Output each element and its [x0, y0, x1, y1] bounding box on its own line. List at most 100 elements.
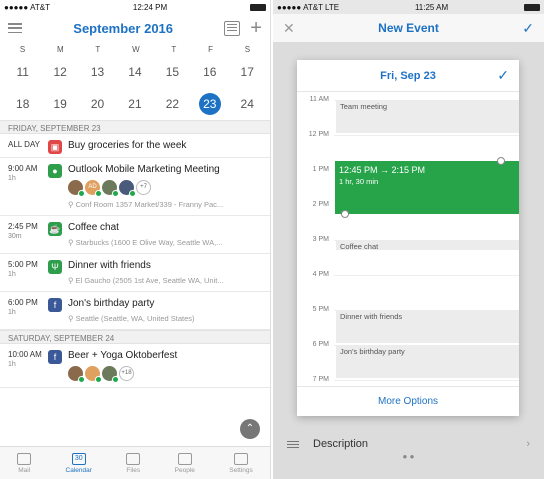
event-location: ⚲ Seattle (Seattle, WA, United States): [68, 314, 262, 323]
tab-people[interactable]: People: [174, 452, 195, 474]
agenda-event[interactable]: 2:45 PM 30m ☕ Coffee chat ⚲ Starbucks (1600 …: [0, 216, 270, 254]
tab-label: Calendar: [65, 466, 92, 474]
calendar-date[interactable]: 12: [49, 65, 71, 79]
status-time: 12:24 PM: [132, 2, 168, 12]
selection-duration: 1 hr, 30 min: [339, 177, 379, 187]
time-picker-modal: Fri, Sep 23 ✓ 11 AM 12 PM 1 PM 2 PM 3 PM 4 PM…: [297, 60, 519, 416]
calendar-date[interactable]: 15: [161, 65, 183, 79]
attendee-avatars: +18: [68, 366, 262, 383]
tab-settings[interactable]: Settings: [229, 452, 253, 474]
status-time: 11:25 AM: [414, 2, 449, 12]
chat-icon: ●: [48, 164, 62, 178]
today-date[interactable]: 23: [198, 93, 221, 115]
tab-calendar[interactable]: 30 Calendar: [65, 452, 92, 474]
selected-time-block[interactable]: 12:45 PM → 2:15 PM 1 hr, 30 min: [335, 161, 519, 214]
event-title: Jon's birthday party: [68, 298, 155, 309]
event-time: 10:00 AM 1h: [8, 350, 48, 387]
event-time: 5:00 PM 1h: [8, 260, 48, 291]
battery-icon: [250, 3, 266, 11]
agenda-event[interactable]: 6:00 PM 1h f Jon's birthday party ⚲ Seattle …: [0, 292, 270, 330]
tab-bar: Mail 30 Calendar Files People Settings: [0, 446, 270, 479]
days-of-week: SMTWTFS: [0, 42, 270, 56]
picker-confirm-icon[interactable]: ✓: [497, 67, 509, 84]
drag-handle-bottom[interactable]: [341, 209, 349, 218]
scroll-up-button[interactable]: ⌃: [240, 419, 260, 439]
calendar-date[interactable]: 14: [124, 65, 146, 79]
event-title: Coffee chat: [68, 222, 119, 233]
signal-icon: ●●●●●: [4, 2, 29, 12]
people-icon: [177, 452, 192, 465]
tab-label: Files: [126, 466, 141, 474]
event-body: Beer + Yoga Oktoberfest +18: [68, 350, 262, 387]
carrier-label: AT&T: [303, 2, 324, 12]
calendar-date[interactable]: 16: [199, 65, 221, 79]
event-body: Coffee chat ⚲ Starbucks (1600 E Olive Way…: [68, 222, 262, 253]
new-event-screen: ●●●●● AT&T LTE 11:25 AM ✕ New Event ✓ Fri,…: [273, 0, 544, 479]
more-attendees-badge[interactable]: +7: [136, 180, 151, 195]
calendar-date[interactable]: 20: [87, 97, 109, 111]
month-title[interactable]: September 2016: [73, 21, 173, 36]
avatar: [119, 180, 136, 197]
agenda-event[interactable]: 5:00 PM 1h Ψ Dinner with friends ⚲ El Gaucho…: [0, 254, 270, 292]
calendar-date[interactable]: 13: [87, 65, 109, 79]
add-event-icon[interactable]: +: [250, 18, 262, 38]
calendar-date[interactable]: 11: [12, 65, 34, 79]
day-of-week-label: F: [208, 44, 213, 54]
more-options-button[interactable]: More Options: [297, 386, 519, 416]
agenda-event[interactable]: 10:00 AM 1h f Beer + Yoga Oktoberfest +18: [0, 344, 270, 388]
agenda-event[interactable]: ALL DAY ▣ Buy groceries for the week: [0, 134, 270, 158]
event-duration: 30m: [8, 233, 22, 240]
hour-label: 12 PM: [308, 131, 329, 138]
event-body: Outlook Mobile Marketing Meeting AD +7 ⚲ Co…: [68, 164, 262, 215]
calendar-icon: ▣: [48, 140, 62, 154]
day-of-week-label: S: [244, 44, 251, 54]
close-icon[interactable]: ✕: [283, 20, 295, 37]
avatar: [85, 366, 102, 383]
week-row: 18 19 20 21 22 23 24: [0, 88, 270, 120]
event-time: 6:00 PM 1h: [8, 298, 48, 329]
menu-icon[interactable]: [8, 23, 22, 33]
hour-label: 11 AM: [309, 96, 329, 103]
day-of-week-label: T: [171, 44, 177, 54]
picker-date: Fri, Sep 23: [380, 69, 436, 82]
more-attendees-badge[interactable]: +18: [119, 366, 134, 381]
day-of-week-label: T: [95, 44, 101, 54]
network-label: LTE: [325, 2, 340, 12]
fork-knife-icon: Ψ: [48, 260, 62, 274]
agenda-view-icon[interactable]: [224, 20, 241, 36]
day-section-header: FRIDAY, SEPTEMBER 23: [0, 120, 270, 134]
existing-event-block[interactable]: Jon's birthday party: [336, 345, 519, 378]
status-bar: ●●●●● AT&T 12:24 PM: [0, 0, 270, 14]
location-pin-icon: ⚲: [68, 314, 76, 323]
event-location-text: Seattle (Seattle, WA, United States): [75, 314, 195, 323]
existing-event-block[interactable]: Coffee chat: [336, 240, 519, 251]
event-duration: 1h: [8, 175, 16, 182]
accepted-check-icon: [112, 190, 119, 197]
calendar-date[interactable]: 21: [124, 97, 146, 111]
calendar-date[interactable]: 17: [236, 65, 258, 79]
event-body: Jon's birthday party ⚲ Seattle (Seattle, …: [68, 298, 262, 329]
confirm-icon[interactable]: ✓: [522, 20, 534, 37]
week-row: 11 12 13 14 15 16 17: [0, 56, 270, 88]
facebook-icon: f: [48, 298, 62, 312]
avatar: [68, 180, 85, 197]
event-location-text: Conf Room 1357 Market/339 - Franny Pac..…: [75, 200, 224, 209]
existing-event-block[interactable]: Team meeting: [336, 100, 519, 133]
event-title: Outlook Mobile Marketing Meeting: [68, 164, 220, 175]
calendar-date[interactable]: 24: [236, 97, 258, 111]
event-time: 9:00 AM 1h: [8, 164, 48, 215]
calendar-date[interactable]: 22: [161, 97, 183, 111]
calendar-date[interactable]: 19: [49, 97, 71, 111]
agenda-event[interactable]: 9:00 AM 1h ● Outlook Mobile Marketing Meeti…: [0, 158, 270, 216]
tab-label: People: [174, 466, 195, 474]
tab-files[interactable]: Files: [126, 452, 141, 474]
event-time: ALL DAY: [8, 140, 41, 149]
mail-icon: [17, 452, 32, 465]
selection-range: 12:45 PM → 2:15 PM: [339, 165, 426, 176]
event-location-text: El Gaucho (2505 1st Ave, Seattle WA, Uni…: [75, 276, 224, 285]
calendar-date[interactable]: 18: [12, 97, 34, 111]
existing-event-block[interactable]: Dinner with friends: [336, 310, 519, 343]
time-grid[interactable]: 11 AM 12 PM 1 PM 2 PM 3 PM 4 PM 5 PM 6 PM 7 PM Te…: [297, 92, 519, 386]
tab-mail[interactable]: Mail: [17, 452, 32, 474]
gear-icon: [234, 452, 248, 465]
